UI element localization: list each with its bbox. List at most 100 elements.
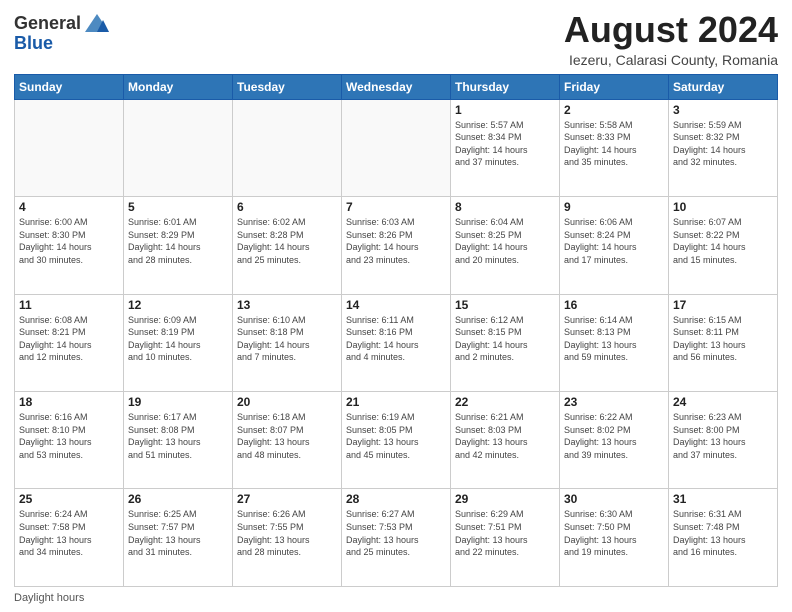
- day-number: 7: [346, 200, 446, 214]
- calendar-day-cell: 30 Sunrise: 6:30 AM Sunset: 7:50 PM Dayli…: [560, 489, 669, 587]
- day-number: 31: [673, 492, 773, 506]
- day-info: Sunrise: 6:23 AM Sunset: 8:00 PM Dayligh…: [673, 411, 773, 461]
- calendar-day-cell: 11 Sunrise: 6:08 AM Sunset: 8:21 PM Dayli…: [15, 294, 124, 391]
- day-info: Sunrise: 6:15 AM Sunset: 8:11 PM Dayligh…: [673, 314, 773, 364]
- main-title: August 2024: [564, 10, 778, 50]
- day-number: 13: [237, 298, 337, 312]
- day-number: 6: [237, 200, 337, 214]
- day-info: Sunrise: 6:21 AM Sunset: 8:03 PM Dayligh…: [455, 411, 555, 461]
- day-number: 5: [128, 200, 228, 214]
- day-info: Sunrise: 6:30 AM Sunset: 7:50 PM Dayligh…: [564, 508, 664, 558]
- calendar-day-cell: 20 Sunrise: 6:18 AM Sunset: 8:07 PM Dayli…: [233, 392, 342, 489]
- day-info: Sunrise: 5:58 AM Sunset: 8:33 PM Dayligh…: [564, 119, 664, 169]
- day-number: 3: [673, 103, 773, 117]
- calendar-header-friday: Friday: [560, 74, 669, 99]
- day-info: Sunrise: 6:27 AM Sunset: 7:53 PM Dayligh…: [346, 508, 446, 558]
- calendar-day-cell: 1 Sunrise: 5:57 AM Sunset: 8:34 PM Daylig…: [451, 99, 560, 196]
- day-info: Sunrise: 6:00 AM Sunset: 8:30 PM Dayligh…: [19, 216, 119, 266]
- calendar-day-cell: 8 Sunrise: 6:04 AM Sunset: 8:25 PM Daylig…: [451, 197, 560, 294]
- calendar-day-cell: 29 Sunrise: 6:29 AM Sunset: 7:51 PM Dayli…: [451, 489, 560, 587]
- calendar-week-row: 1 Sunrise: 5:57 AM Sunset: 8:34 PM Daylig…: [15, 99, 778, 196]
- day-info: Sunrise: 6:07 AM Sunset: 8:22 PM Dayligh…: [673, 216, 773, 266]
- calendar-day-cell: 18Sunrise: 6:16 AM Sunset: 8:10 PM Dayli…: [15, 392, 124, 489]
- calendar-header-monday: Monday: [124, 74, 233, 99]
- day-number: 15: [455, 298, 555, 312]
- calendar-table: SundayMondayTuesdayWednesdayThursdayFrid…: [14, 74, 778, 587]
- day-info: Sunrise: 6:31 AM Sunset: 7:48 PM Dayligh…: [673, 508, 773, 558]
- calendar-day-cell: [233, 99, 342, 196]
- calendar-week-row: 11 Sunrise: 6:08 AM Sunset: 8:21 PM Dayli…: [15, 294, 778, 391]
- day-info: Sunrise: 6:10 AM Sunset: 8:18 PM Dayligh…: [237, 314, 337, 364]
- day-number: 24: [673, 395, 773, 409]
- calendar-day-cell: 25 Sunrise: 6:24 AM Sunset: 7:58 PM Dayli…: [15, 489, 124, 587]
- calendar-day-cell: [15, 99, 124, 196]
- day-number: 21: [346, 395, 446, 409]
- day-number: 11: [19, 298, 119, 312]
- day-number: 25: [19, 492, 119, 506]
- day-number: 23: [564, 395, 664, 409]
- day-info: Sunrise: 6:08 AM Sunset: 8:21 PM Dayligh…: [19, 314, 119, 364]
- day-info: Sunrise: 5:59 AM Sunset: 8:32 PM Dayligh…: [673, 119, 773, 169]
- day-number: 1: [455, 103, 555, 117]
- day-number: 2: [564, 103, 664, 117]
- calendar-day-cell: 6 Sunrise: 6:02 AM Sunset: 8:28 PM Daylig…: [233, 197, 342, 294]
- day-number: 29: [455, 492, 555, 506]
- day-number: 8: [455, 200, 555, 214]
- day-info: Sunrise: 6:09 AM Sunset: 8:19 PM Dayligh…: [128, 314, 228, 364]
- logo: General Blue: [14, 10, 111, 54]
- day-info: Sunrise: 6:11 AM Sunset: 8:16 PM Dayligh…: [346, 314, 446, 364]
- day-info: Sunrise: 6:14 AM Sunset: 8:13 PM Dayligh…: [564, 314, 664, 364]
- calendar-day-cell: [342, 99, 451, 196]
- calendar-header-saturday: Saturday: [669, 74, 778, 99]
- calendar-header-wednesday: Wednesday: [342, 74, 451, 99]
- calendar-day-cell: 4 Sunrise: 6:00 AM Sunset: 8:30 PM Daylig…: [15, 197, 124, 294]
- day-number: 4: [19, 200, 119, 214]
- day-info: Sunrise: 6:18 AM Sunset: 8:07 PM Dayligh…: [237, 411, 337, 461]
- day-info: Sunrise: 6:24 AM Sunset: 7:58 PM Dayligh…: [19, 508, 119, 558]
- calendar-day-cell: 21Sunrise: 6:19 AM Sunset: 8:05 PM Dayli…: [342, 392, 451, 489]
- calendar-day-cell: 13 Sunrise: 6:10 AM Sunset: 8:18 PM Dayli…: [233, 294, 342, 391]
- calendar-day-cell: 24 Sunrise: 6:23 AM Sunset: 8:00 PM Dayli…: [669, 392, 778, 489]
- calendar-day-cell: 17 Sunrise: 6:15 AM Sunset: 8:11 PM Dayli…: [669, 294, 778, 391]
- logo-general-text: General: [14, 14, 81, 34]
- day-info: Sunrise: 6:16 AM Sunset: 8:10 PM Dayligh…: [19, 411, 119, 461]
- header: General Blue August 2024 Iezeru, Calaras…: [14, 10, 778, 68]
- calendar-day-cell: 2 Sunrise: 5:58 AM Sunset: 8:33 PM Daylig…: [560, 99, 669, 196]
- day-info: Sunrise: 6:25 AM Sunset: 7:57 PM Dayligh…: [128, 508, 228, 558]
- calendar-day-cell: 23Sunrise: 6:22 AM Sunset: 8:02 PM Dayli…: [560, 392, 669, 489]
- day-info: Sunrise: 6:29 AM Sunset: 7:51 PM Dayligh…: [455, 508, 555, 558]
- day-info: Sunrise: 5:57 AM Sunset: 8:34 PM Dayligh…: [455, 119, 555, 169]
- calendar-day-cell: 27Sunrise: 6:26 AM Sunset: 7:55 PM Dayli…: [233, 489, 342, 587]
- calendar-day-cell: [124, 99, 233, 196]
- calendar-week-row: 18Sunrise: 6:16 AM Sunset: 8:10 PM Dayli…: [15, 392, 778, 489]
- calendar-day-cell: 3 Sunrise: 5:59 AM Sunset: 8:32 PM Daylig…: [669, 99, 778, 196]
- day-info: Sunrise: 6:17 AM Sunset: 8:08 PM Dayligh…: [128, 411, 228, 461]
- calendar-day-cell: 9Sunrise: 6:06 AM Sunset: 8:24 PM Daylig…: [560, 197, 669, 294]
- calendar-header-tuesday: Tuesday: [233, 74, 342, 99]
- calendar-week-row: 25 Sunrise: 6:24 AM Sunset: 7:58 PM Dayli…: [15, 489, 778, 587]
- title-block: August 2024 Iezeru, Calarasi County, Rom…: [564, 10, 778, 68]
- calendar-day-cell: 31 Sunrise: 6:31 AM Sunset: 7:48 PM Dayli…: [669, 489, 778, 587]
- calendar-day-cell: 15 Sunrise: 6:12 AM Sunset: 8:15 PM Dayli…: [451, 294, 560, 391]
- day-info: Sunrise: 6:06 AM Sunset: 8:24 PM Dayligh…: [564, 216, 664, 266]
- day-info: Sunrise: 6:04 AM Sunset: 8:25 PM Dayligh…: [455, 216, 555, 266]
- footer: Daylight hours: [14, 592, 778, 604]
- day-info: Sunrise: 6:12 AM Sunset: 8:15 PM Dayligh…: [455, 314, 555, 364]
- calendar-day-cell: 5Sunrise: 6:01 AM Sunset: 8:29 PM Daylig…: [124, 197, 233, 294]
- day-number: 26: [128, 492, 228, 506]
- day-number: 20: [237, 395, 337, 409]
- day-info: Sunrise: 6:02 AM Sunset: 8:28 PM Dayligh…: [237, 216, 337, 266]
- day-number: 22: [455, 395, 555, 409]
- calendar-day-cell: 19Sunrise: 6:17 AM Sunset: 8:08 PM Dayli…: [124, 392, 233, 489]
- calendar-day-cell: 28Sunrise: 6:27 AM Sunset: 7:53 PM Dayli…: [342, 489, 451, 587]
- day-number: 30: [564, 492, 664, 506]
- calendar-week-row: 4 Sunrise: 6:00 AM Sunset: 8:30 PM Daylig…: [15, 197, 778, 294]
- calendar-header-thursday: Thursday: [451, 74, 560, 99]
- subtitle: Iezeru, Calarasi County, Romania: [564, 52, 778, 68]
- day-number: 17: [673, 298, 773, 312]
- calendar-day-cell: 26 Sunrise: 6:25 AM Sunset: 7:57 PM Dayli…: [124, 489, 233, 587]
- calendar-header-sunday: Sunday: [15, 74, 124, 99]
- day-number: 14: [346, 298, 446, 312]
- logo-icon: [83, 10, 111, 38]
- day-number: 16: [564, 298, 664, 312]
